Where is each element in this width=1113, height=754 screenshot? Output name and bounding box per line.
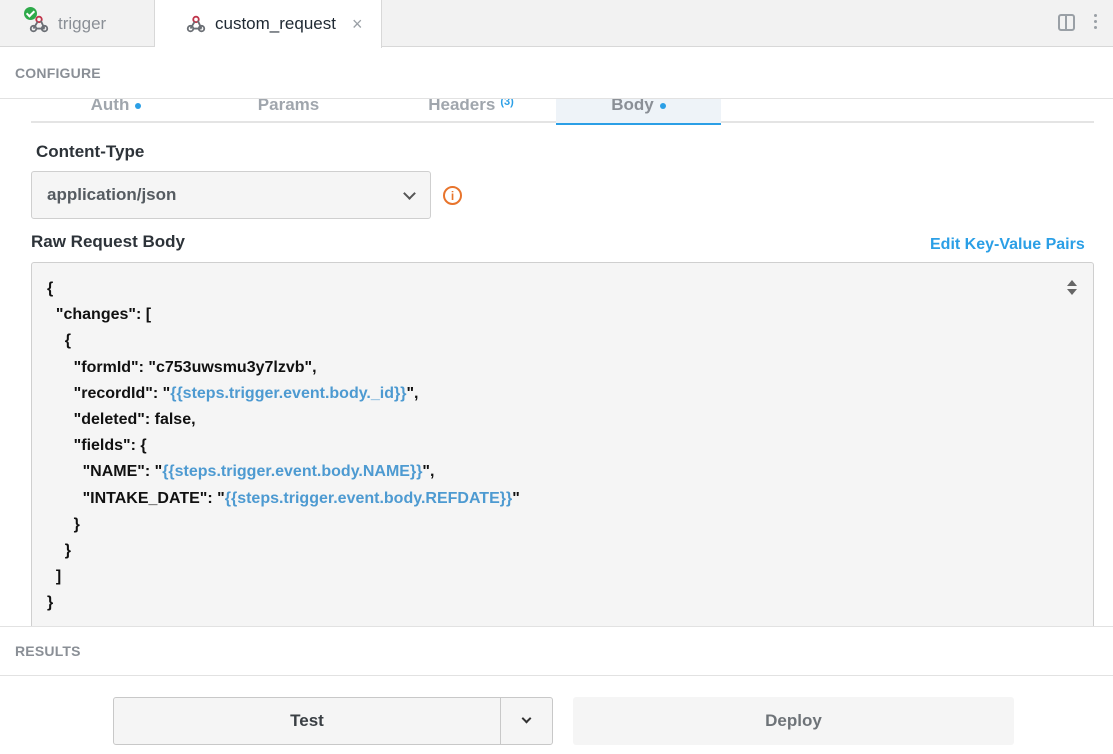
resize-icon[interactable] [1067, 280, 1077, 296]
template-variable: {{steps.trigger.event.body._id}} [170, 384, 407, 402]
code-line: "formId": "c753uwsmu3y7lzvb", [47, 355, 520, 381]
tab-label: trigger [58, 13, 107, 33]
tab-headers[interactable]: Headers (3) [401, 99, 541, 123]
more-options-icon[interactable] [1094, 14, 1098, 32]
code-text: "deleted": false, [47, 411, 196, 429]
tab-params[interactable]: Params [231, 99, 346, 123]
configure-section-header[interactable]: CONFIGURE [0, 48, 1113, 99]
webhook-icon [185, 13, 207, 35]
configure-label: CONFIGURE [15, 65, 101, 81]
code-text: "INTAKE_DATE": " [47, 489, 225, 507]
raw-body-code[interactable]: { "changes": [ { "formId": "c753uwsmu3y7… [47, 276, 520, 617]
code-line: } [47, 590, 520, 616]
results-label: RESULTS [15, 643, 81, 659]
template-variable: {{steps.trigger.event.body.NAME}} [162, 463, 423, 481]
code-text: ", [422, 463, 435, 481]
raw-body-editor[interactable]: { "changes": [ { "formId": "c753uwsmu3y7… [31, 262, 1094, 626]
code-line: "deleted": false, [47, 407, 520, 433]
content-type-value: application/json [47, 185, 177, 204]
code-text: } [47, 594, 54, 612]
code-line: "changes": [ [47, 302, 520, 328]
content-type-label: Content-Type [36, 142, 145, 161]
success-check-icon [24, 6, 37, 20]
raw-body-label: Raw Request Body [31, 232, 185, 251]
code-line: { [47, 328, 520, 354]
tab-custom-request[interactable]: custom_request × [155, 0, 382, 48]
code-text: " [512, 489, 520, 507]
code-text: "changes": [ [47, 306, 152, 324]
close-icon[interactable]: × [352, 14, 363, 35]
test-options-button[interactable] [500, 697, 553, 745]
deploy-button[interactable]: Deploy [573, 697, 1014, 745]
action-footer: Test Deploy [0, 677, 1113, 754]
tab-auth[interactable]: Auth [61, 99, 171, 123]
code-text: ] [47, 568, 62, 586]
code-text: } [47, 515, 80, 533]
code-text: "fields": { [47, 437, 147, 455]
info-icon[interactable]: i [443, 186, 462, 205]
code-text: { [47, 280, 54, 297]
tab-label: custom_request [215, 14, 336, 33]
code-text: { [47, 332, 72, 350]
code-text: "recordId": " [47, 384, 171, 402]
code-line: "INTAKE_DATE": "{{steps.trigger.event.bo… [47, 486, 520, 512]
tab-headers-label: Headers [428, 99, 496, 114]
webhook-icon [24, 6, 50, 35]
code-line: "fields": { [47, 433, 520, 459]
configure-panel: Auth Params Headers (3) Body Content-Typ… [0, 99, 1113, 626]
code-line: } [47, 512, 520, 538]
code-line: ] [47, 564, 520, 590]
tab-body-label: Body [611, 99, 654, 114]
test-button[interactable]: Test [113, 697, 501, 745]
chevron-down-icon [521, 713, 532, 724]
code-text: ", [406, 384, 419, 402]
tab-trigger[interactable]: trigger [0, 0, 155, 47]
code-text: "NAME": " [47, 463, 163, 481]
split-panel-icon[interactable] [1058, 14, 1075, 31]
code-line: } [47, 538, 520, 564]
code-line: { [47, 276, 520, 302]
code-line: "NAME": "{{steps.trigger.event.body.NAME… [47, 459, 520, 485]
edit-key-value-link[interactable]: Edit Key-Value Pairs [930, 236, 1085, 254]
request-tabs: Auth Params Headers (3) Body [31, 99, 1094, 125]
results-section-header[interactable]: RESULTS [0, 626, 1113, 676]
tab-auth-label: Auth [90, 99, 130, 114]
chevron-down-icon [403, 187, 416, 200]
tab-params-label: Params [257, 99, 320, 114]
tab-bar: trigger custom_request × [0, 0, 1113, 48]
content-type-select[interactable]: application/json [31, 171, 431, 219]
code-line: "recordId": "{{steps.trigger.event.body.… [47, 381, 520, 407]
code-text: "formId": "c753uwsmu3y7lzvb", [47, 358, 317, 376]
indicator-dot-icon [659, 103, 666, 109]
code-text: } [47, 542, 72, 560]
indicator-dot-icon [135, 103, 142, 109]
template-variable: {{steps.trigger.event.body.REFDATE}} [224, 489, 513, 507]
headers-count: (3) [500, 99, 514, 108]
tab-body[interactable]: Body [556, 99, 721, 125]
